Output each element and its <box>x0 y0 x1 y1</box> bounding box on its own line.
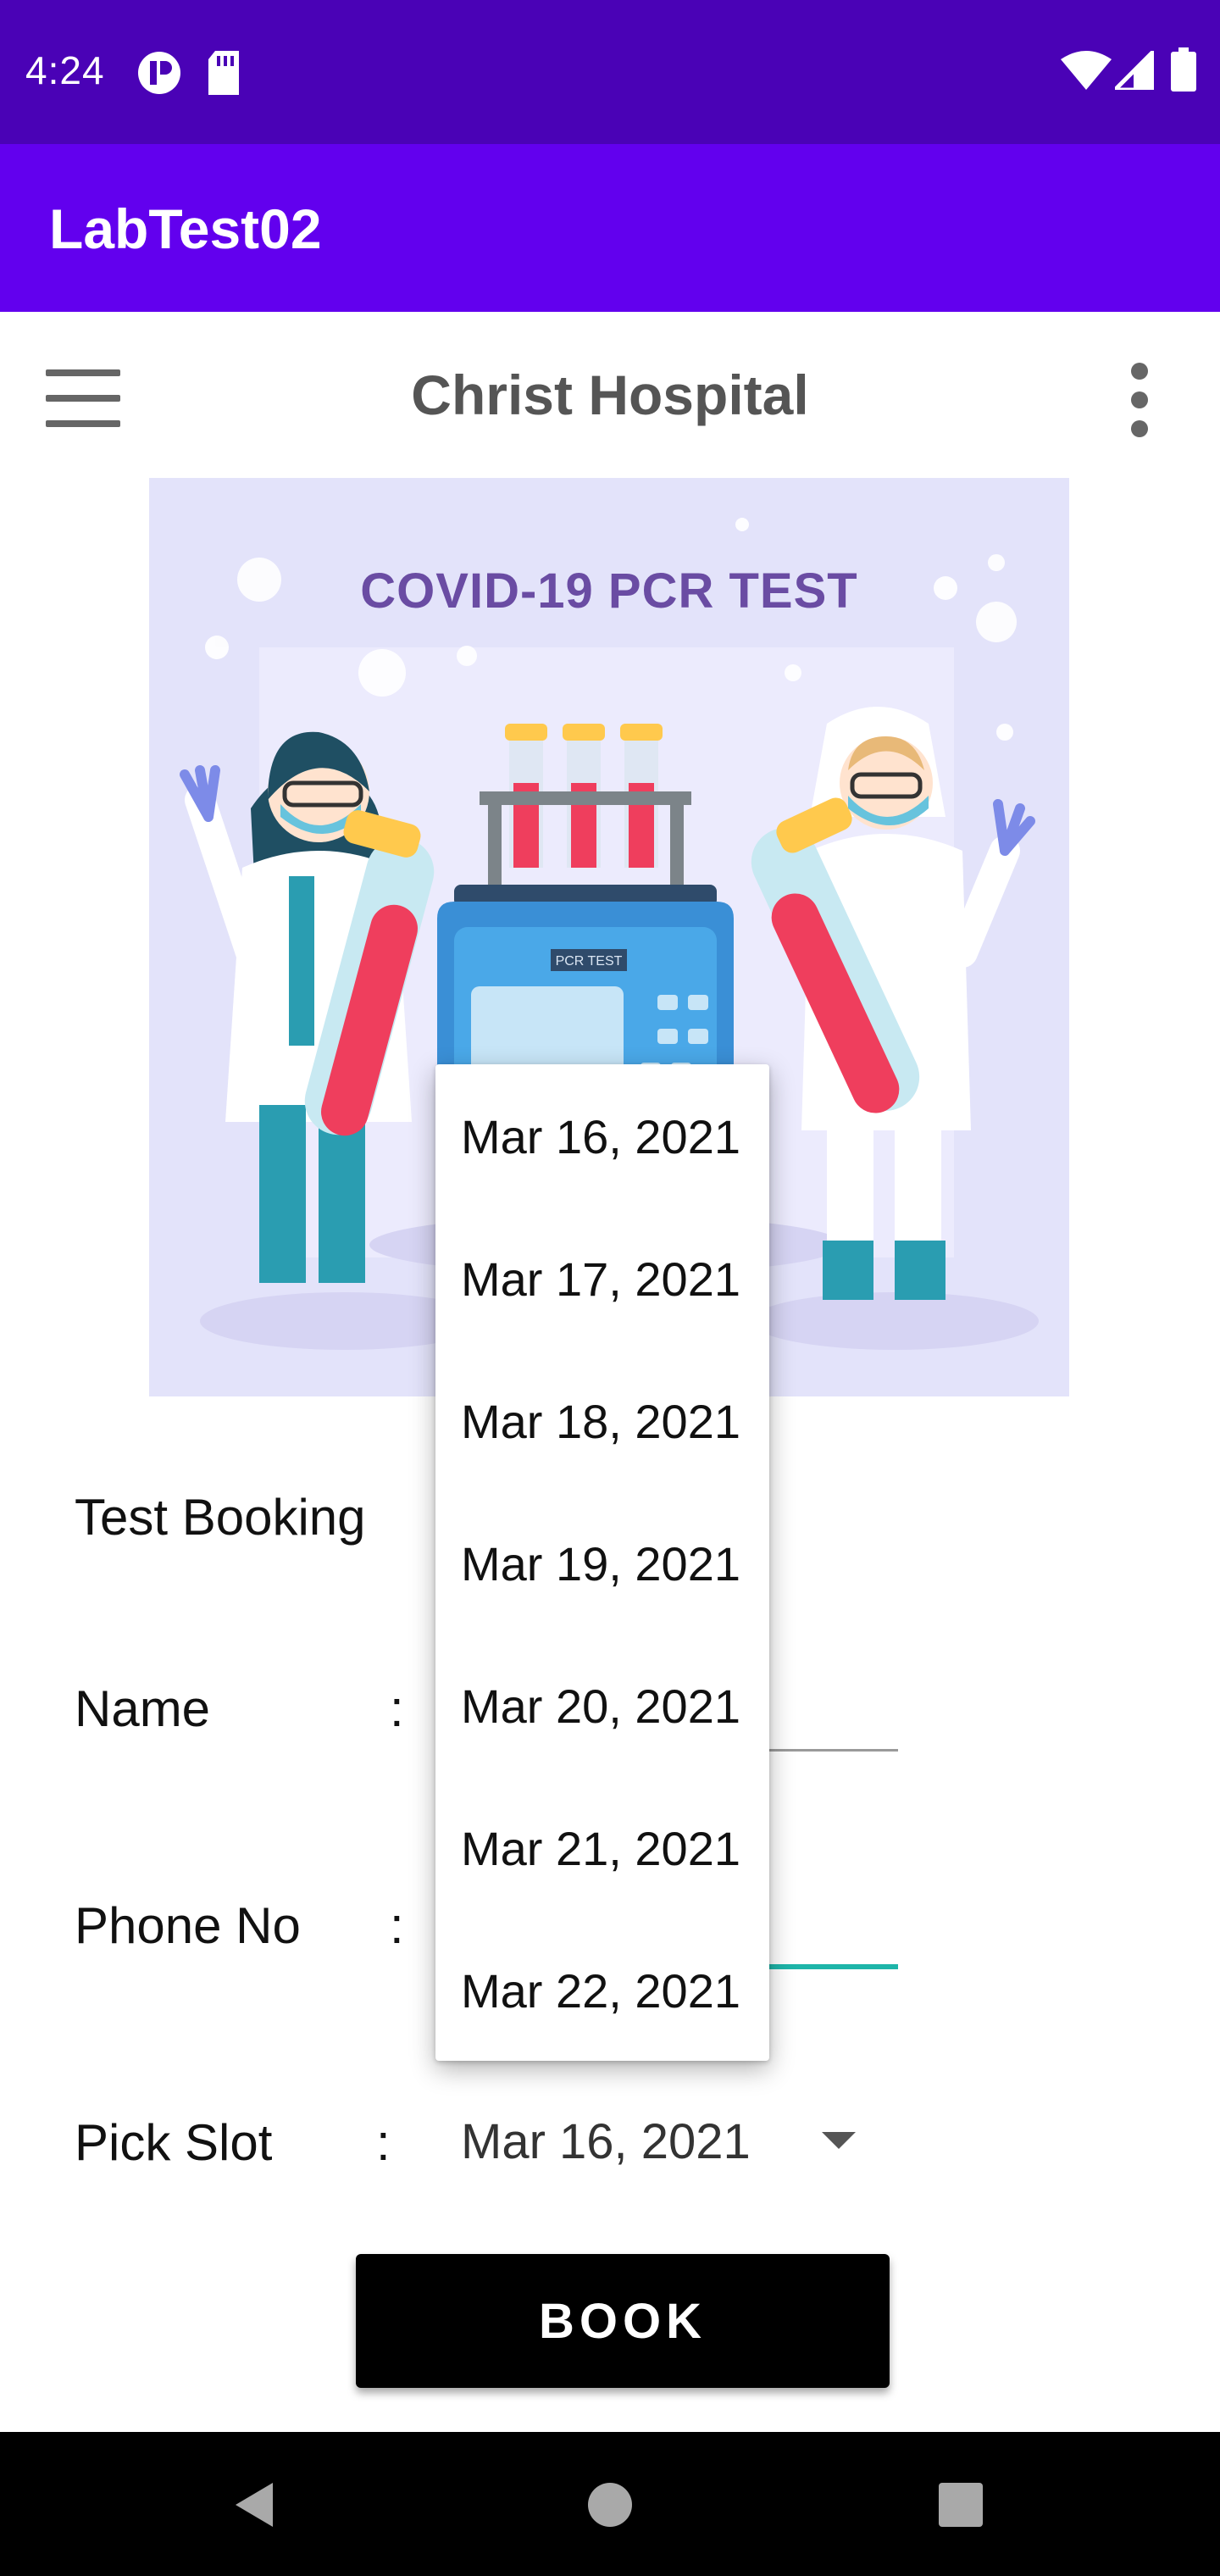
dropdown-option[interactable]: Mar 16, 2021 <box>461 1109 740 1164</box>
dropdown-arrow-icon[interactable] <box>822 2132 856 2149</box>
signal-icon <box>1109 45 1156 94</box>
phone-colon: : <box>390 1897 404 1954</box>
sd-card-icon <box>205 49 242 101</box>
slot-colon: : <box>376 2114 391 2171</box>
toolbar: Christ Hospital <box>0 312 1220 481</box>
slot-dropdown-menu: Mar 16, 2021 Mar 17, 2021 Mar 18, 2021 M… <box>435 1064 769 2061</box>
machine-label: PCR TEST <box>556 954 623 969</box>
app-notification-icon <box>136 49 183 101</box>
page-title: Christ Hospital <box>411 364 809 426</box>
app-bar: LabTest02 <box>0 144 1220 312</box>
back-icon[interactable] <box>229 2479 280 2530</box>
status-time: 4:24 <box>25 48 105 92</box>
recents-icon[interactable] <box>935 2479 986 2530</box>
dropdown-option[interactable]: Mar 18, 2021 <box>461 1394 740 1449</box>
status-bar: 4:24 <box>0 0 1220 144</box>
wifi-icon <box>1061 51 1112 94</box>
dropdown-option[interactable]: Mar 17, 2021 <box>461 1252 740 1307</box>
phone-label: Phone No <box>75 1897 301 1954</box>
dropdown-option[interactable]: Mar 22, 2021 <box>461 1963 740 2018</box>
section-title: Test Booking <box>75 1489 366 1546</box>
hero-title: COVID-19 PCR TEST <box>360 564 858 619</box>
dropdown-option[interactable]: Mar 19, 2021 <box>461 1536 740 1591</box>
battery-icon <box>1171 47 1196 96</box>
name-label: Name <box>75 1680 211 1737</box>
navigation-bar <box>0 2432 1220 2576</box>
home-icon[interactable] <box>585 2479 635 2530</box>
more-options-icon[interactable] <box>1118 363 1161 439</box>
slot-spinner[interactable]: Mar 16, 2021 <box>461 2113 751 2170</box>
book-button[interactable]: BOOK <box>356 2254 890 2388</box>
dropdown-option[interactable]: Mar 21, 2021 <box>461 1821 740 1876</box>
dropdown-option[interactable]: Mar 20, 2021 <box>461 1679 740 1734</box>
slot-label: Pick Slot <box>75 2114 273 2171</box>
name-colon: : <box>390 1680 404 1737</box>
app-title: LabTest02 <box>49 197 322 260</box>
